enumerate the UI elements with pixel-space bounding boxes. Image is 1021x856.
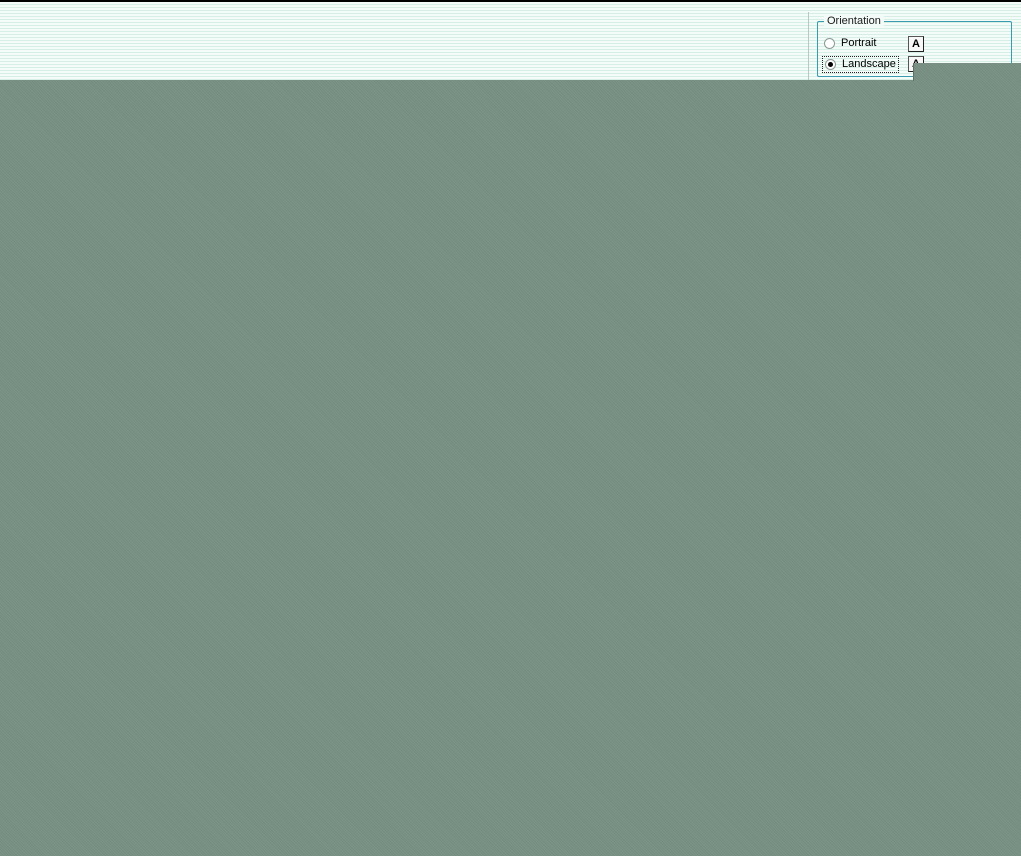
- landscape-option[interactable]: Landscape: [822, 56, 899, 73]
- portrait-radio[interactable]: [824, 38, 835, 49]
- landscape-label[interactable]: Landscape: [842, 58, 896, 71]
- landscape-radio[interactable]: [825, 59, 836, 70]
- orientation-legend: Orientation: [824, 15, 884, 27]
- portrait-label[interactable]: Portrait: [841, 37, 876, 50]
- desktop-background: [0, 80, 1021, 856]
- panel-divider: [808, 12, 809, 82]
- portrait-option[interactable]: Portrait: [822, 35, 878, 52]
- overlapping-window-edge: [913, 63, 1021, 81]
- letter-a-portrait-icon: A: [908, 36, 924, 52]
